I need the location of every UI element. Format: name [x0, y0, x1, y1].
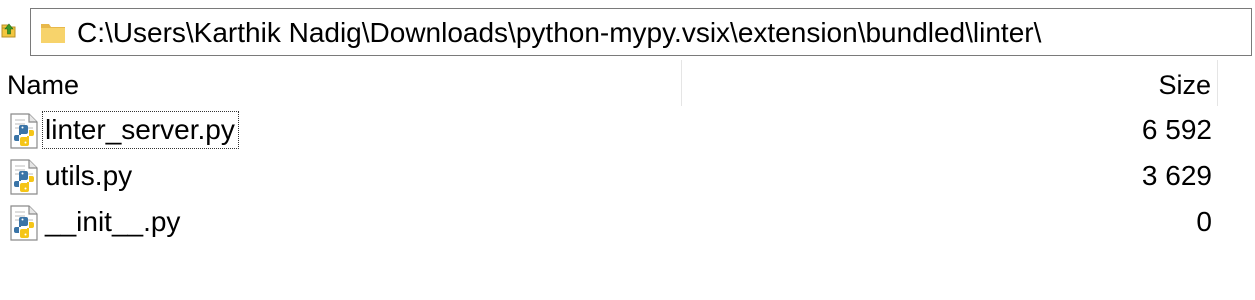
folder-icon	[41, 24, 65, 43]
size-column-label: Size	[1158, 70, 1211, 100]
file-manager-window: C:\Users\Karthik Nadig\Downloads\python-…	[0, 0, 1255, 300]
file-list: linter_server.py 6 592 utils.py 3 629 __…	[0, 108, 1255, 246]
file-row[interactable]: utils.py 3 629	[0, 154, 1255, 200]
name-column-label: Name	[7, 70, 80, 100]
address-path-text: C:\Users\Karthik Nadig\Downloads\python-…	[77, 17, 1042, 48]
name-column-header[interactable]: Name	[0, 60, 682, 106]
file-size: 6 592	[1141, 114, 1212, 145]
size-column-header[interactable]: Size	[682, 60, 1218, 106]
file-size: 0	[1196, 206, 1212, 237]
python-file-icon	[10, 113, 38, 149]
python-file-icon	[10, 159, 38, 195]
column-header-row: Name Size	[0, 60, 1255, 106]
address-bar-row: C:\Users\Karthik Nadig\Downloads\python-…	[0, 0, 1255, 60]
python-file-icon	[10, 205, 38, 241]
file-size: 3 629	[1141, 160, 1212, 191]
file-name: utils.py	[45, 160, 133, 191]
file-name: __init__.py	[45, 206, 181, 237]
address-path-field[interactable]: C:\Users\Karthik Nadig\Downloads\python-…	[30, 8, 1252, 56]
up-folder-arrow-icon	[1, 23, 16, 38]
file-row[interactable]: linter_server.py 6 592	[0, 108, 1255, 154]
file-row[interactable]: __init__.py 0	[0, 200, 1255, 246]
up-folder-button[interactable]	[0, 21, 18, 39]
file-name: linter_server.py	[42, 111, 239, 149]
